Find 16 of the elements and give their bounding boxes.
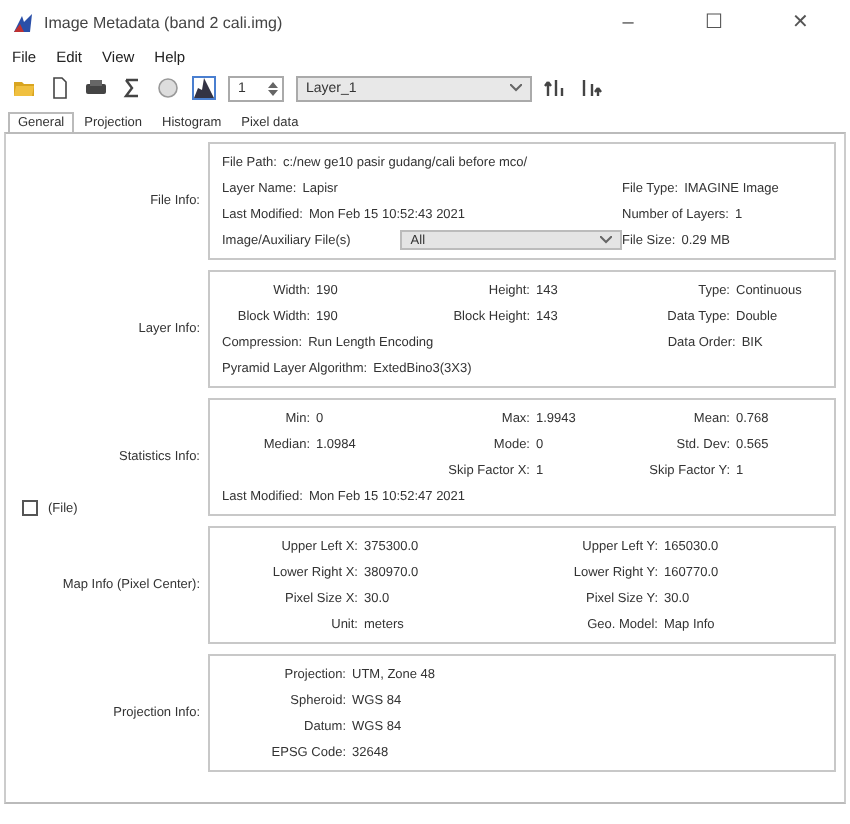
page-icon[interactable] (48, 76, 72, 100)
window-title: Image Metadata (band 2 cali.img) (44, 13, 285, 31)
close-button[interactable]: ✕ (762, 10, 838, 34)
layer-arrow-icon[interactable] (580, 76, 604, 100)
maximize-button[interactable]: ☐ (676, 10, 752, 34)
layer-arrow-icon[interactable] (544, 76, 568, 100)
spin-arrows-icon[interactable] (268, 79, 278, 97)
globe-icon[interactable] (156, 76, 180, 100)
minimize-button[interactable]: – (590, 11, 666, 33)
sigma-icon[interactable] (120, 76, 144, 100)
histogram-icon[interactable] (192, 76, 216, 100)
checkbox[interactable] (22, 500, 38, 516)
chevron-down-icon (600, 236, 612, 244)
printer-icon[interactable] (84, 76, 108, 100)
app-icon (12, 11, 34, 33)
chevron-down-icon (510, 84, 522, 92)
